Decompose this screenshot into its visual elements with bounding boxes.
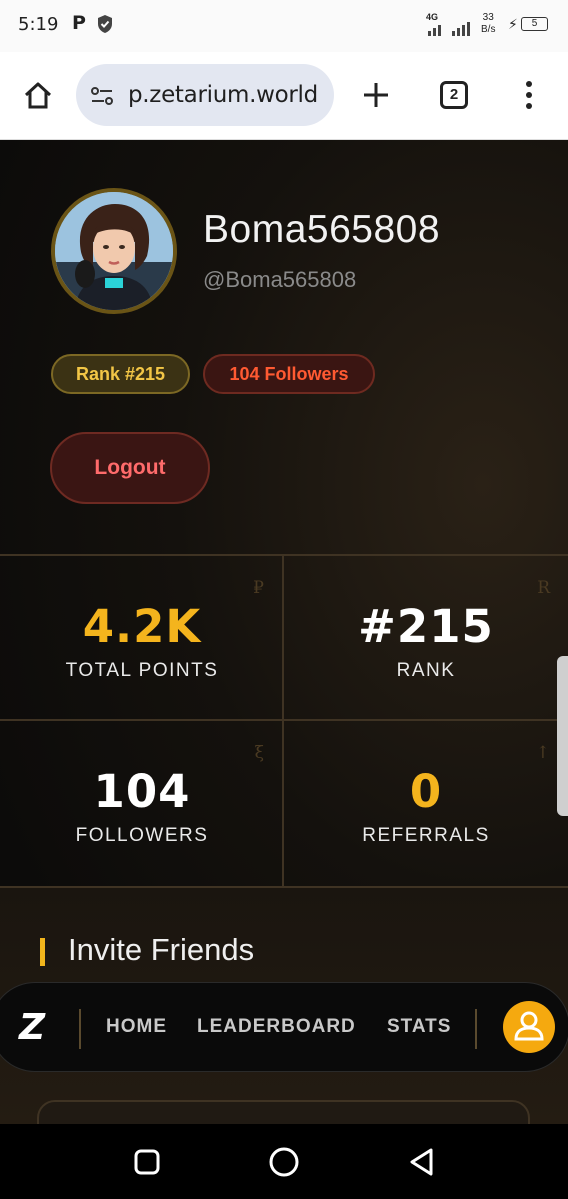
signal-icon bbox=[428, 22, 472, 41]
nav-divider bbox=[475, 1009, 477, 1049]
stat-label: TOTAL POINTS bbox=[65, 660, 219, 681]
network-type-label: 4G bbox=[426, 12, 439, 22]
home-icon[interactable] bbox=[22, 80, 54, 117]
stat-label: RANK bbox=[396, 660, 456, 681]
nav-item-home[interactable]: HOME bbox=[106, 1016, 167, 1038]
profile-button[interactable] bbox=[503, 1001, 555, 1053]
nav-item-stats[interactable]: STATS bbox=[387, 1016, 451, 1038]
charging-icon: ⚡ bbox=[508, 16, 518, 32]
speed-value: 33 bbox=[482, 12, 494, 23]
followers-badge[interactable]: 104 Followers bbox=[203, 354, 375, 394]
site-settings-icon[interactable] bbox=[90, 86, 114, 111]
bottom-nav: Z HOME LEADERBOARD STATS bbox=[0, 982, 568, 1072]
avatar bbox=[51, 188, 177, 314]
stat-card-referrals: ↑ 0 REFERRALS bbox=[284, 721, 568, 886]
stat-value: 4.2K bbox=[82, 600, 202, 653]
points-corner-icon: ₽ bbox=[253, 578, 264, 598]
new-tab-icon[interactable] bbox=[361, 80, 391, 115]
stat-label: REFERRALS bbox=[362, 825, 490, 846]
recent-apps-icon[interactable] bbox=[133, 1148, 161, 1181]
home-circle-icon[interactable] bbox=[268, 1146, 300, 1183]
shield-icon bbox=[96, 14, 114, 39]
status-bar: 5:19 P 4G 33 B/s ⚡ 5 bbox=[0, 0, 568, 52]
scrollbar-handle[interactable] bbox=[557, 656, 568, 816]
section-accent-bar bbox=[40, 938, 45, 966]
back-icon[interactable] bbox=[407, 1146, 437, 1183]
android-nav-bar bbox=[0, 1124, 568, 1199]
rank-corner-icon: R bbox=[537, 578, 550, 598]
rank-badge: Rank #215 bbox=[51, 354, 190, 394]
network-speed: 33 B/s bbox=[481, 12, 495, 36]
followers-corner-icon: ξ bbox=[254, 743, 264, 763]
logout-button[interactable]: Logout bbox=[50, 432, 210, 504]
stat-label: FOLLOWERS bbox=[75, 825, 209, 846]
stat-value: 0 bbox=[409, 765, 443, 818]
nav-divider bbox=[79, 1009, 81, 1049]
address-bar[interactable]: p.zetarium.world bbox=[76, 64, 334, 126]
stat-value: 104 bbox=[93, 765, 191, 818]
user-icon bbox=[514, 1011, 544, 1041]
nav-item-leaderboard[interactable]: LEADERBOARD bbox=[197, 1016, 356, 1038]
battery-icon: 5 bbox=[521, 17, 548, 31]
stat-card-rank: R #215 RANK bbox=[284, 556, 568, 721]
browser-toolbar: p.zetarium.world 2 bbox=[0, 52, 568, 140]
profile-username: Boma565808 bbox=[203, 208, 441, 251]
stat-card-followers: ξ 104 FOLLOWERS bbox=[0, 721, 284, 886]
app-logo[interactable]: Z bbox=[19, 1007, 45, 1048]
stats-grid: ₽ 4.2K TOTAL POINTS R #215 RANK ξ 104 FO… bbox=[0, 554, 568, 888]
profile-handle: @Boma565808 bbox=[203, 267, 357, 292]
stat-value: #215 bbox=[358, 600, 494, 653]
speed-unit: B/s bbox=[481, 24, 496, 35]
invite-title: Invite Friends bbox=[68, 932, 255, 967]
referrals-corner-icon: ↑ bbox=[535, 743, 550, 763]
profile-page: Boma565808 @Boma565808 Rank #215 104 Fol… bbox=[0, 140, 568, 1124]
stat-card-total-points: ₽ 4.2K TOTAL POINTS bbox=[0, 556, 284, 721]
status-time: 5:19 bbox=[18, 14, 59, 35]
parking-app-icon: P bbox=[72, 12, 86, 34]
url-text: p.zetarium.world bbox=[128, 82, 318, 108]
tab-switcher-button[interactable]: 2 bbox=[440, 81, 468, 109]
invite-card bbox=[37, 1100, 530, 1124]
more-menu-icon[interactable] bbox=[524, 80, 534, 115]
